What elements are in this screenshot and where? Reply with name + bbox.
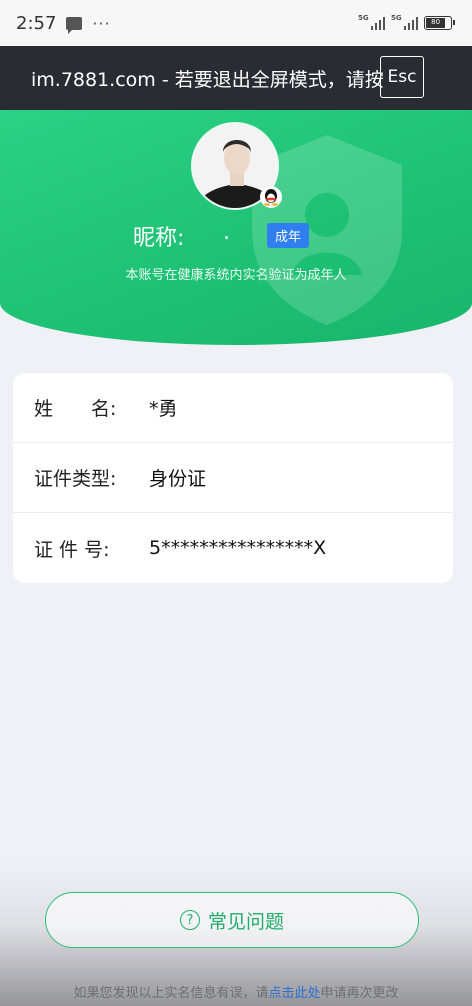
identity-info-card: 姓 名: *勇 证件类型: 身份证 证 件 号: 5**************… (13, 373, 453, 583)
status-time: 2:57 (16, 12, 57, 34)
nickname-value: . (223, 220, 230, 245)
status-bar: 2:57 ··· 5G 5G 80 (0, 0, 472, 46)
fullscreen-banner-text: im.7881.com - 若要退出全屏模式，请按 (31, 68, 384, 91)
status-bar-left: 2:57 ··· (16, 13, 111, 34)
correction-note-prefix: 如果您发现以上实名信息有误，请 (73, 986, 269, 1001)
info-value: 5****************X (149, 537, 327, 559)
info-label: 证件类型: (34, 468, 117, 490)
adult-status-badge: 成年 (267, 223, 309, 248)
profile-header: 昵称: . 成年 本账号在健康系统内实名验证为成年人 (0, 110, 472, 345)
faq-button-label: 常见问题 (207, 910, 284, 933)
battery-level: 80 (426, 18, 446, 28)
nickname-label: 昵称: (133, 226, 185, 251)
more-notifications-icon: ··· (92, 13, 111, 33)
fullscreen-banner: im.7881.com - 若要退出全屏模式，请按 Esc (0, 46, 472, 110)
status-bar-right: 5G 5G 80 (358, 14, 455, 30)
correction-note: 如果您发现以上实名信息有误，请点击此处申请再次更改 (0, 982, 472, 1001)
info-row-id-type: 证件类型: 身份证 (13, 443, 453, 513)
esc-key-button[interactable]: Esc (380, 56, 424, 98)
signal-tag: 5G (358, 14, 369, 22)
info-value: *勇 (149, 398, 178, 420)
faq-button[interactable]: ? 常见问题 (45, 892, 419, 948)
verification-note: 本账号在健康系统内实名验证为成年人 (125, 268, 347, 283)
signal-icon: 5G (358, 14, 385, 30)
info-label: 姓 名: (34, 398, 117, 420)
screen: 2:57 ··· 5G 5G 80 im.7881.com - 若要退出全屏模式… (0, 0, 472, 1006)
qq-penguin-icon (260, 186, 282, 208)
signal-tag-2: 5G (391, 14, 402, 22)
correction-note-suffix: 申请再次更改 (320, 986, 399, 1001)
info-row-id-number: 证 件 号: 5****************X (13, 513, 453, 583)
signal-icon-2: 5G (391, 14, 418, 30)
message-icon (66, 16, 83, 34)
info-value: 身份证 (149, 468, 207, 490)
question-icon: ? (179, 910, 200, 930)
info-row-name: 姓 名: *勇 (13, 373, 453, 443)
correction-link[interactable]: 点击此处 (268, 986, 320, 1001)
battery-icon: 80 (424, 16, 455, 30)
info-label: 证 件 号: (34, 538, 110, 561)
